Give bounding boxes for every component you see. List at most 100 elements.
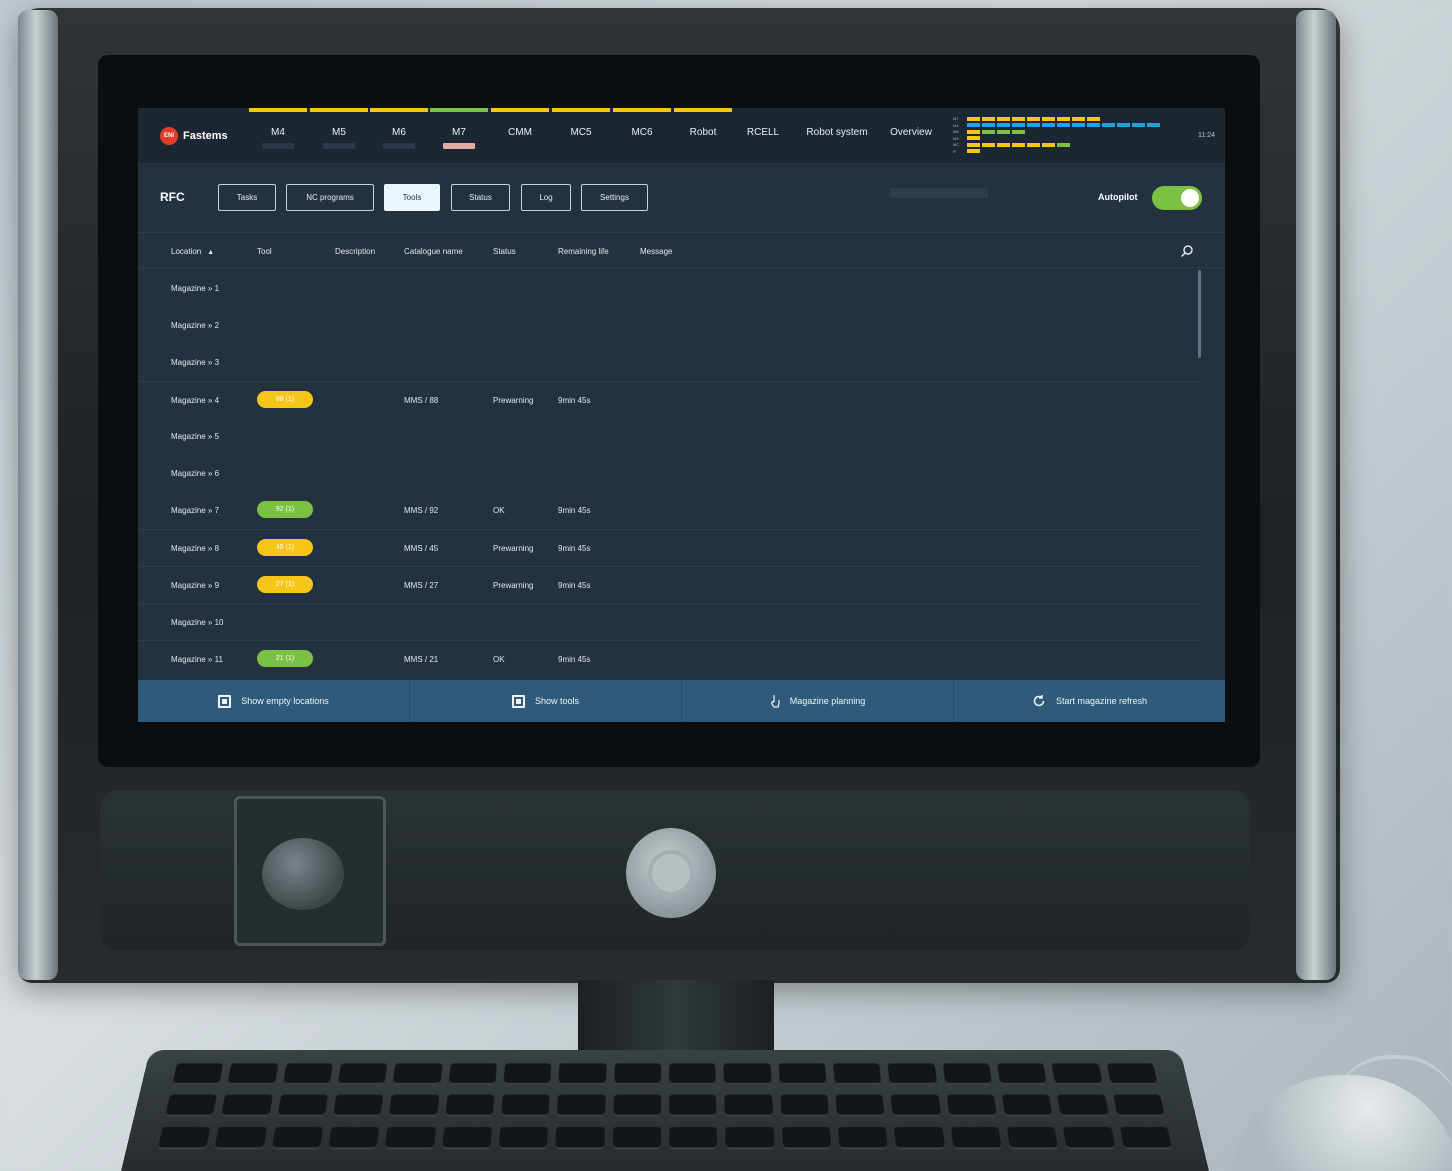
fastems-logo[interactable]: ENI Fastems xyxy=(160,127,228,145)
tab-label: M4 xyxy=(271,127,285,138)
tab-m4[interactable]: M4 xyxy=(249,127,307,149)
monitor-rail-right xyxy=(1296,10,1336,980)
minichart-segment xyxy=(1042,123,1055,127)
minichart-segment xyxy=(1087,116,1100,121)
tab-m7[interactable]: M7 xyxy=(430,127,488,149)
tools-button[interactable]: Tools xyxy=(384,184,440,211)
location-cell: Magazine » 11 xyxy=(171,655,223,664)
status-cell: OK xyxy=(493,655,505,664)
search-icon[interactable] xyxy=(1180,244,1194,258)
location-cell: Magazine » 2 xyxy=(171,321,220,330)
minichart-row-label: M6 xyxy=(953,135,959,141)
col-description[interactable]: Description xyxy=(335,247,375,256)
refresh-icon xyxy=(1033,695,1045,707)
tab-rcell[interactable]: RCELL xyxy=(734,127,792,138)
tab-robot-system[interactable]: Robot system xyxy=(802,127,872,138)
table-row[interactable]: Magazine » 11 MMS / 21 OK 9min 45s 21 (1) xyxy=(138,640,1200,677)
table-row[interactable]: Magazine » 1 xyxy=(138,270,1200,307)
catalogue-cell: MMS / 27 xyxy=(404,581,439,590)
nc-programs-button[interactable]: NC programs xyxy=(286,184,374,211)
minichart-row: MC xyxy=(953,142,1070,147)
minichart-segment xyxy=(967,149,980,153)
table-row[interactable]: Magazine » 4 MMS / 88 Prewarning 9min 45s 88… xyxy=(138,381,1200,418)
app-screen: ENI Fastems M4 M5 M6 M7 CMM MC5 MC6 Robo… xyxy=(138,108,1225,722)
logo-mark: ENI xyxy=(160,127,178,145)
tool-badge[interactable]: 88 (1) xyxy=(257,391,313,408)
autopilot-toggle[interactable] xyxy=(1152,186,1202,210)
tab-overview[interactable]: Overview xyxy=(883,127,939,138)
tab-mc6[interactable]: MC6 xyxy=(613,127,671,138)
keyboard[interactable] xyxy=(116,1050,1214,1171)
tool-badge[interactable]: 21 (1) xyxy=(257,650,313,667)
minichart-segment xyxy=(1057,123,1070,127)
col-label: Location xyxy=(171,247,202,256)
show-empty-locations-toggle[interactable]: Show empty locations xyxy=(138,680,410,722)
location-cell: Magazine » 9 xyxy=(171,581,220,590)
tab-m5[interactable]: M5 xyxy=(310,127,368,149)
page-title: RFC xyxy=(160,190,185,204)
tab-label: M7 xyxy=(452,127,466,138)
table-row[interactable]: Magazine » 3 xyxy=(138,344,1200,381)
table-row[interactable]: Magazine » 5 xyxy=(138,418,1200,455)
settings-button[interactable]: Settings xyxy=(581,184,648,211)
catalogue-cell: MMS / 21 xyxy=(404,655,439,664)
footer-label: Start magazine refresh xyxy=(1055,696,1148,706)
table-row[interactable]: Magazine » 6 xyxy=(138,455,1200,492)
tool-badge[interactable]: 92 (1) xyxy=(257,501,313,518)
tab-label: M5 xyxy=(332,127,346,138)
key-switch[interactable] xyxy=(262,838,344,910)
footer-label: Show tools xyxy=(534,696,580,706)
tab-active-indicator xyxy=(443,143,475,149)
footer-label: Magazine planning xyxy=(789,696,866,706)
hand-pointer-icon xyxy=(770,695,780,708)
table-row[interactable]: Magazine » 8 MMS / 45 Prewarning 9min 45s 45… xyxy=(138,529,1200,566)
tool-badge[interactable]: 27 (1) xyxy=(257,576,313,593)
col-message[interactable]: Message xyxy=(640,247,672,256)
catalogue-cell: MMS / 92 xyxy=(404,506,439,515)
tasks-button[interactable]: Tasks xyxy=(218,184,276,211)
show-tools-toggle[interactable]: Show tools xyxy=(410,680,682,722)
tool-badge[interactable]: 45 (1) xyxy=(257,539,313,556)
toggle-knob xyxy=(1181,189,1199,207)
keyboard-row xyxy=(164,1094,1165,1117)
col-catalogue-name[interactable]: Catalogue name xyxy=(404,247,463,256)
status-cell: OK xyxy=(493,506,505,515)
minichart-segment xyxy=(1027,116,1040,121)
table-row[interactable]: Magazine » 10 xyxy=(138,603,1200,640)
minichart-segment xyxy=(1102,123,1115,127)
scrollbar[interactable] xyxy=(1198,270,1201,358)
status-button[interactable]: Status xyxy=(451,184,510,211)
tab-cmm[interactable]: CMM xyxy=(491,127,549,138)
tab-mc5[interactable]: MC5 xyxy=(552,127,610,138)
log-button[interactable]: Log xyxy=(521,184,571,211)
keyboard-row xyxy=(157,1126,1173,1150)
filter-field[interactable] xyxy=(890,188,988,198)
utilization-minichart[interactable]: M7 M4 M5 M6 MC R xyxy=(953,116,1163,158)
minichart-segment xyxy=(1057,116,1070,121)
minichart-row: M5 xyxy=(953,129,1025,134)
minichart-row-label: M5 xyxy=(953,129,959,134)
minichart-segment xyxy=(1012,129,1025,134)
table-row[interactable]: Magazine » 9 MMS / 27 Prewarning 9min 45s 27… xyxy=(138,566,1200,603)
col-status[interactable]: Status xyxy=(493,247,516,256)
minichart-segment xyxy=(982,129,995,134)
col-location[interactable]: Location ▲ xyxy=(171,247,214,256)
location-cell: Magazine » 10 xyxy=(171,618,224,627)
start-magazine-refresh-button[interactable]: Start magazine refresh xyxy=(954,680,1225,722)
tab-m6[interactable]: M6 xyxy=(370,127,428,149)
magazine-planning-button[interactable]: Magazine planning xyxy=(682,680,954,722)
tab-underline xyxy=(323,143,355,149)
tab-label: MC5 xyxy=(570,127,592,138)
minichart-segment xyxy=(982,142,995,147)
sort-up-icon: ▲ xyxy=(207,249,215,256)
minichart-segment xyxy=(1012,142,1025,147)
table-row[interactable]: Magazine » 2 xyxy=(138,307,1200,344)
col-tool[interactable]: Tool xyxy=(257,247,272,256)
tab-robot[interactable]: Robot xyxy=(674,127,732,138)
col-remaining-life[interactable]: Remaining life xyxy=(558,247,609,256)
location-cell: Magazine » 8 xyxy=(171,544,220,553)
top-bar: ENI Fastems M4 M5 M6 M7 CMM MC5 MC6 Robo… xyxy=(138,108,1225,163)
minichart-row: M4 xyxy=(953,123,1160,128)
remaining-life-cell: 9min 45s xyxy=(558,655,591,664)
table-row[interactable]: Magazine » 7 MMS / 92 OK 9min 45s 92 (1) xyxy=(138,492,1200,529)
